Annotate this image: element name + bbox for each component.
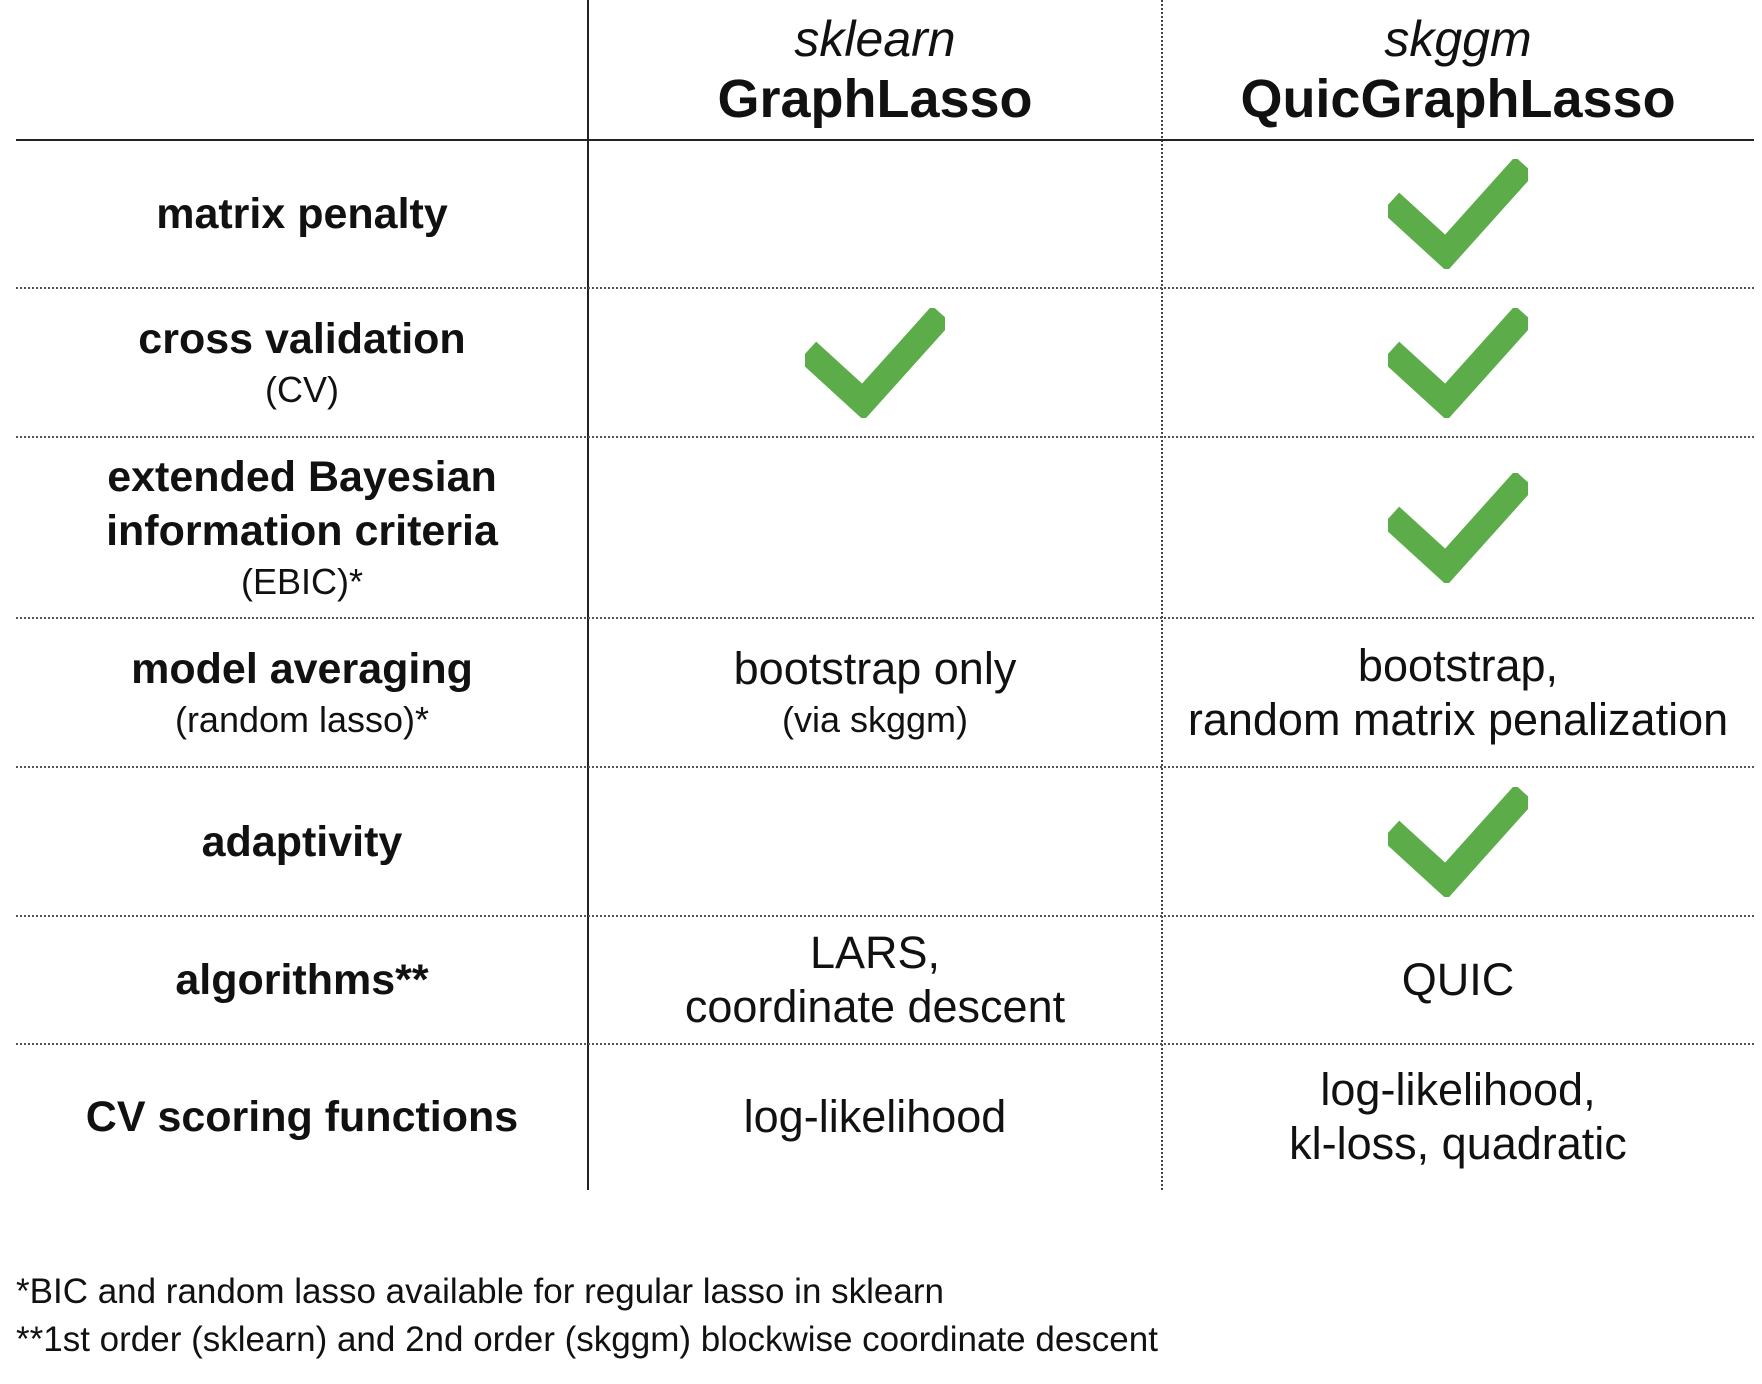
cell-skggm xyxy=(1162,288,1754,437)
cell-skggm xyxy=(1162,140,1754,288)
feature-name: information criteria xyxy=(106,506,498,555)
cell-value-line: bootstrap only xyxy=(733,642,1017,694)
feature-name: adaptivity xyxy=(201,817,403,866)
cell-value-line: log-likelihood, xyxy=(1320,1064,1596,1115)
check-icon xyxy=(805,307,945,418)
cell-sklearn xyxy=(588,767,1162,916)
cell-value-line: coordinate descent xyxy=(684,981,1066,1032)
comparison-figure: sklearn GraphLasso skggm QuicGraphLasso … xyxy=(0,0,1762,1384)
feature-label: matrix penalty xyxy=(16,140,588,288)
feature-label: algorithms** xyxy=(16,916,588,1044)
column-library-skggm: skggm xyxy=(1384,11,1532,67)
column-class-quicgraphlasso: QuicGraphLasso xyxy=(1240,69,1676,129)
cell-sklearn: log-likelihood xyxy=(588,1044,1162,1190)
cell-sklearn: LARS, coordinate descent xyxy=(588,916,1162,1044)
footnote-single-asterisk: *BIC and random lasso available for regu… xyxy=(16,1272,944,1311)
cell-sklearn xyxy=(588,140,1162,288)
column-class-graphlasso: GraphLasso xyxy=(717,69,1033,129)
column-header-sklearn: sklearn GraphLasso xyxy=(588,0,1162,140)
cell-skggm: QUIC xyxy=(1162,916,1754,1044)
feature-label: adaptivity xyxy=(16,767,588,916)
cell-value-note: (via skggm) xyxy=(781,698,969,740)
cell-sklearn xyxy=(588,288,1162,437)
feature-name: model averaging xyxy=(131,644,473,693)
comparison-table: sklearn GraphLasso skggm QuicGraphLasso … xyxy=(16,0,1754,1198)
cell-sklearn: bootstrap only (via skggm) xyxy=(588,618,1162,767)
cell-skggm: log-likelihood, kl-loss, quadratic xyxy=(1162,1044,1754,1190)
feature-label: CV scoring functions xyxy=(16,1044,588,1190)
check-icon xyxy=(1388,307,1528,418)
cell-sklearn xyxy=(588,437,1162,618)
column-header-skggm: skggm QuicGraphLasso xyxy=(1162,0,1754,140)
feature-name: cross validation xyxy=(138,314,466,363)
feature-label: model averaging (random lasso)* xyxy=(16,618,588,767)
column-library-sklearn: sklearn xyxy=(794,11,956,67)
feature-name: extended Bayesian xyxy=(107,452,497,501)
feature-name: CV scoring functions xyxy=(85,1093,519,1141)
cell-skggm: bootstrap, random matrix penalization xyxy=(1162,618,1754,767)
footnote-double-asterisk: **1st order (sklearn) and 2nd order (skg… xyxy=(16,1320,1158,1359)
feature-note: (EBIC)* xyxy=(240,560,363,602)
cell-value-line: bootstrap, xyxy=(1357,639,1559,691)
feature-note: (CV) xyxy=(265,368,339,410)
footnotes: *BIC and random lasso available for regu… xyxy=(16,1268,1158,1364)
feature-name: matrix penalty xyxy=(156,190,448,238)
cell-skggm xyxy=(1162,767,1754,916)
feature-note: (random lasso)* xyxy=(174,698,430,740)
feature-label: cross validation (CV) xyxy=(16,288,588,437)
cell-value-line: LARS, xyxy=(809,927,941,978)
cell-value-line: kl-loss, quadratic xyxy=(1289,1118,1627,1169)
cell-value-line: random matrix penalization xyxy=(1187,693,1729,745)
feature-name: algorithms** xyxy=(175,956,429,1004)
check-icon xyxy=(1388,786,1528,897)
cell-skggm xyxy=(1162,437,1754,618)
cell-value-line: QUIC xyxy=(1401,954,1515,1005)
feature-label: extended Bayesian information criteria (EB… xyxy=(16,437,588,618)
check-icon xyxy=(1388,472,1528,583)
check-icon xyxy=(1388,159,1528,269)
cell-value-line: log-likelihood xyxy=(743,1091,1007,1142)
